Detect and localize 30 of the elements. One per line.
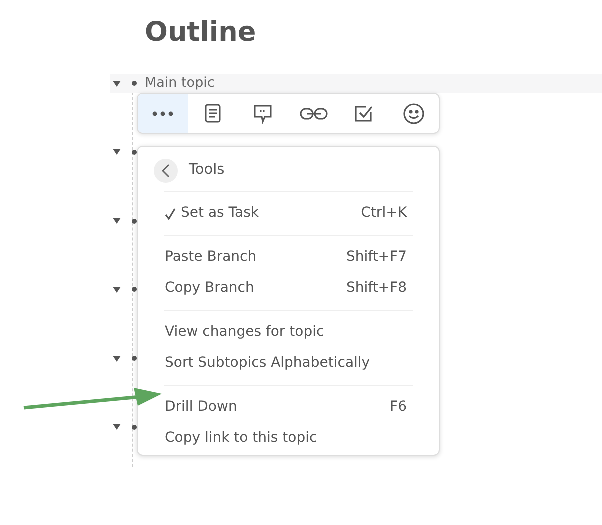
back-button[interactable]: [154, 159, 178, 183]
topic-text[interactable]: Main topic: [145, 73, 215, 94]
expand-toggle-icon[interactable]: [112, 423, 122, 432]
menu-item[interactable]: Sort Subtopics Alphabetically: [154, 348, 413, 379]
bullet-icon: [132, 81, 137, 86]
bullet-icon: [132, 287, 137, 292]
menu-item[interactable]: Copy Branch Shift+F8: [154, 273, 413, 304]
page-title: Outline: [145, 17, 256, 50]
chevron-left-icon: [162, 164, 170, 178]
comment-icon: [253, 104, 274, 124]
expand-toggle-icon[interactable]: [112, 286, 122, 294]
menu-item[interactable]: Set as Task Ctrl+K: [154, 198, 413, 229]
bullet-icon: [132, 424, 137, 430]
expand-toggle-icon[interactable]: [112, 80, 122, 88]
link-icon: [300, 106, 328, 120]
menu-item[interactable]: View changes for topic: [154, 317, 413, 348]
menu-item[interactable]: Drill Down F6: [154, 392, 413, 423]
checkbox-icon: [354, 104, 374, 123]
bullet-icon: [132, 356, 137, 362]
note-icon: [205, 104, 222, 123]
menu-title: Tools: [189, 161, 225, 180]
smiley-icon: [402, 102, 425, 124]
menu-item[interactable]: Paste Branch Shift+F7: [154, 242, 413, 273]
expand-toggle-icon[interactable]: [112, 354, 122, 363]
menu-item[interactable]: Copy link to this topic: [154, 423, 413, 454]
more-icon: [152, 110, 174, 116]
expand-toggle-icon[interactable]: [112, 148, 122, 156]
bullet-icon: [132, 218, 137, 224]
bullet-icon: [132, 150, 137, 155]
expand-toggle-icon[interactable]: [112, 217, 122, 226]
